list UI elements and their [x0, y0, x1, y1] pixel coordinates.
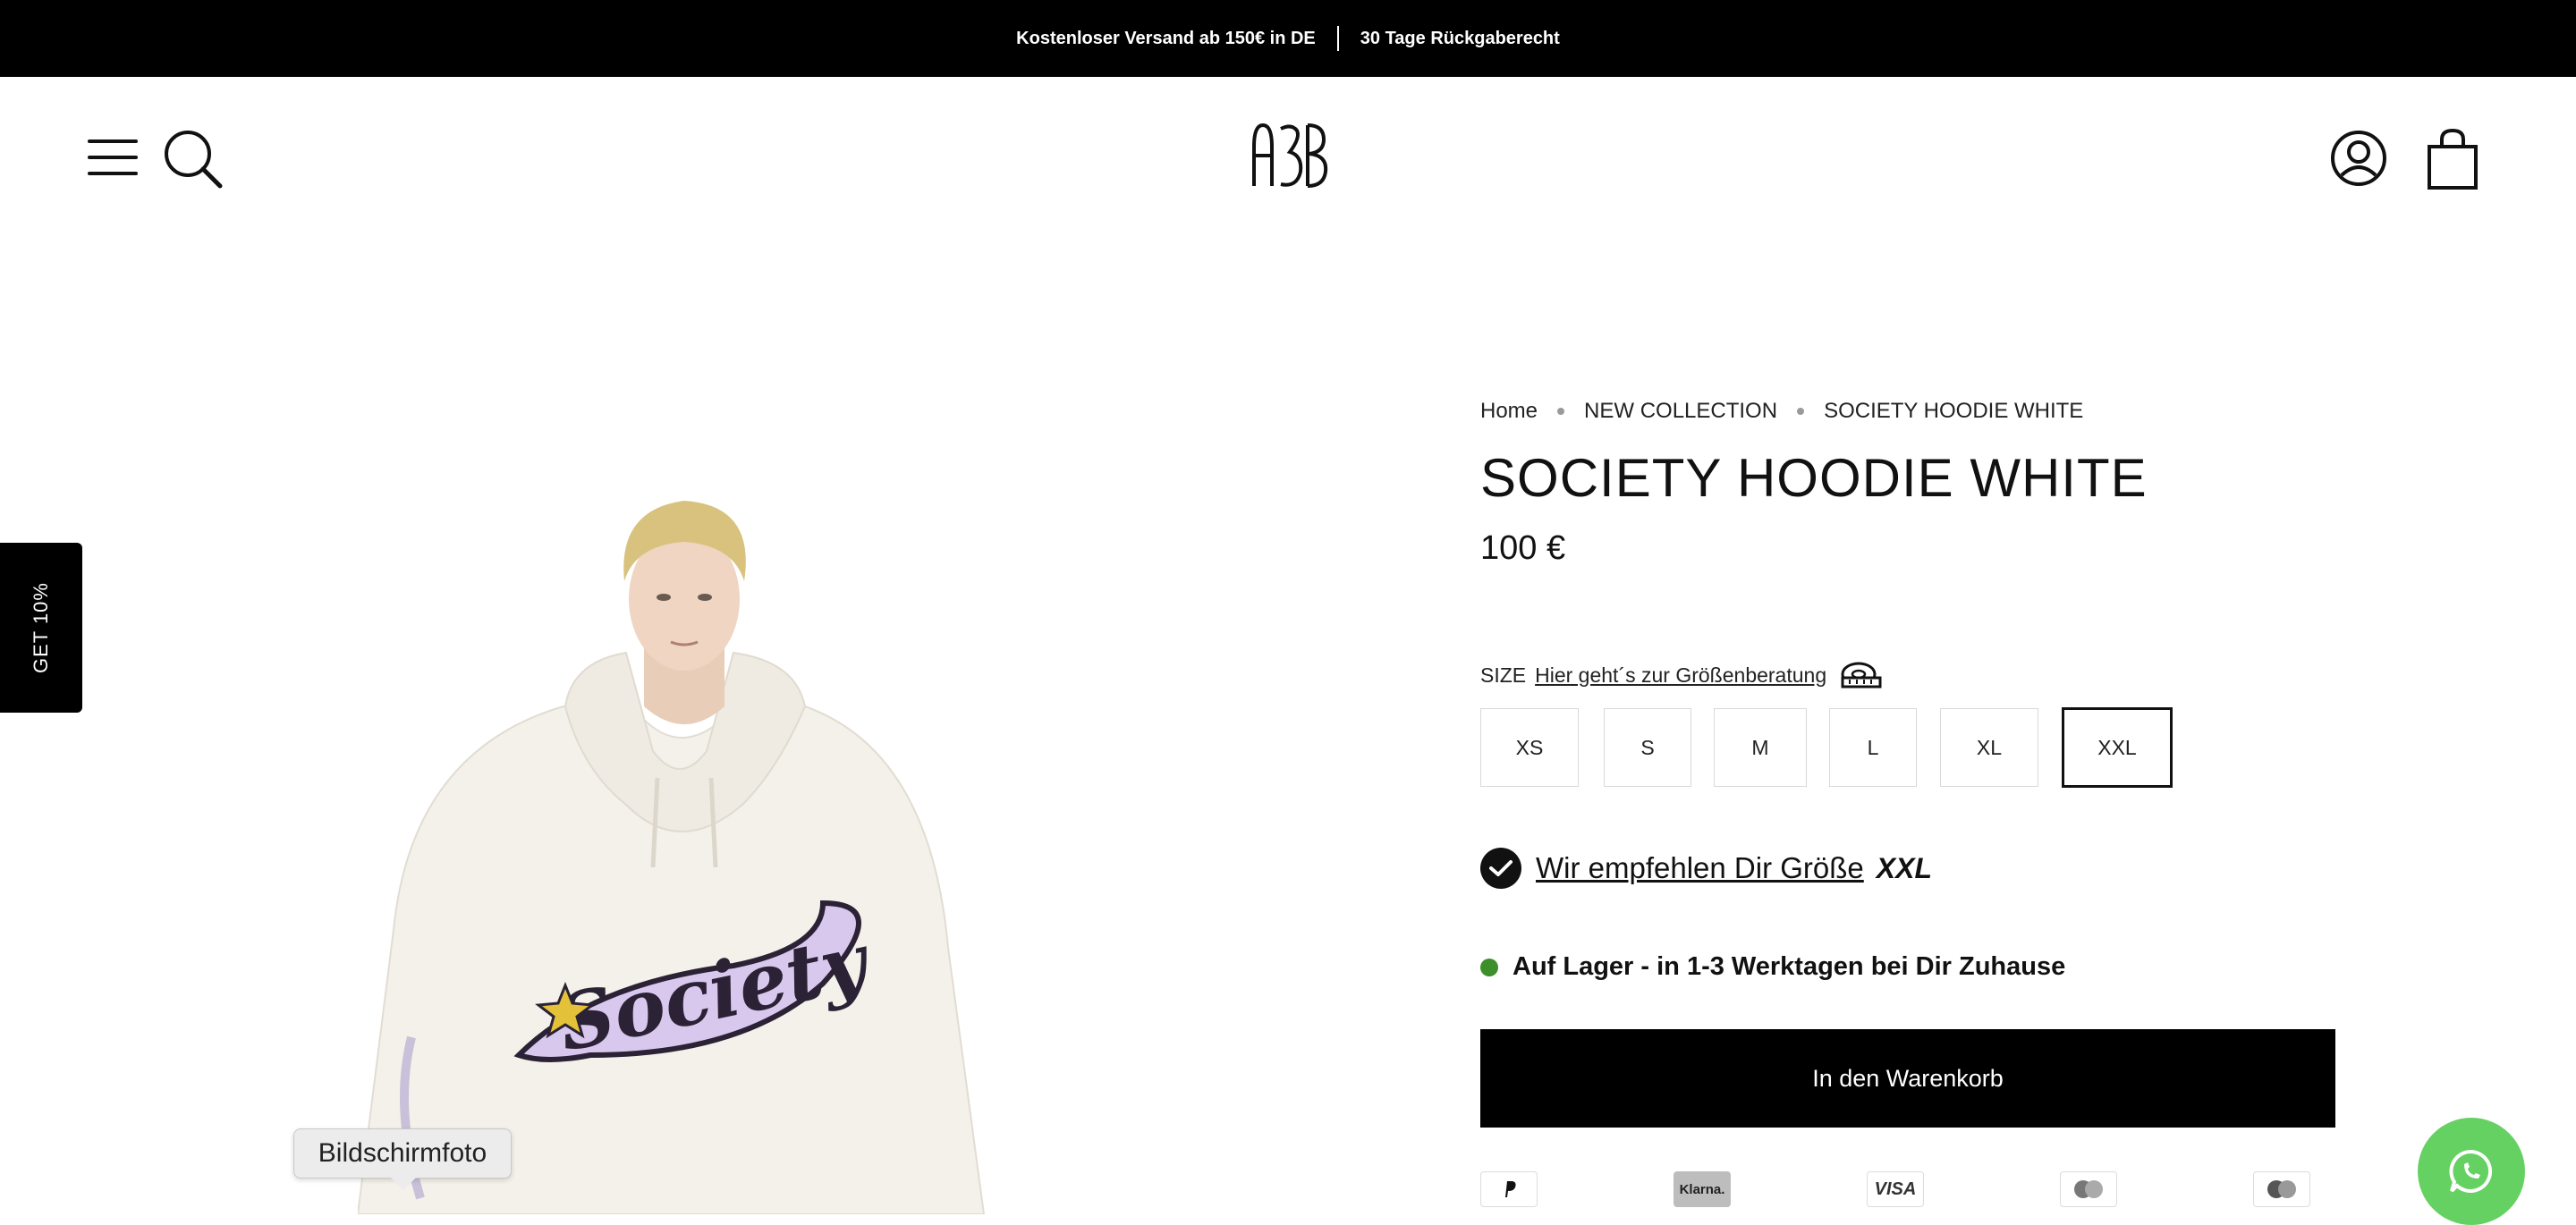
- in-stock-indicator: [1480, 958, 1498, 976]
- breadcrumb-home[interactable]: Home: [1480, 399, 1538, 424]
- breadcrumb-collection[interactable]: NEW COLLECTION: [1584, 399, 1777, 424]
- size-options: XS S M L XL XXL: [1480, 707, 2375, 790]
- size-option-s[interactable]: S: [1604, 708, 1691, 787]
- brand-logo[interactable]: [1245, 120, 1331, 191]
- screenshot-tooltip: Bildschirmfoto: [293, 1128, 512, 1190]
- product-image[interactable]: Society: [358, 483, 1038, 1214]
- maestro-icon: [2060, 1171, 2117, 1207]
- payment-methods: Klarna. VISA: [1480, 1171, 2335, 1214]
- whatsapp-icon: [2449, 1149, 2493, 1193]
- size-option-xs[interactable]: XS: [1480, 708, 1579, 787]
- site-header: [0, 77, 2576, 238]
- breadcrumb-separator: [1557, 408, 1565, 415]
- stock-status: Auf Lager - in 1-3 Werktagen bei Dir Zuh…: [1480, 952, 2065, 982]
- discount-tab-label: GET 10%: [30, 582, 53, 673]
- returns-notice: 30 Tage Rückgaberecht: [1360, 28, 1560, 48]
- add-to-cart-button[interactable]: In den Warenkorb: [1480, 1029, 2335, 1128]
- shipping-notice: Kostenloser Versand ab 150€ in DE: [1016, 28, 1316, 48]
- cart-icon[interactable]: [2426, 127, 2479, 191]
- breadcrumb-separator: [1797, 408, 1805, 415]
- size-guide-link[interactable]: Hier geht´s zur Größenberatung: [1535, 663, 1826, 688]
- product-title: SOCIETY HOODIE WHITE: [1480, 448, 2148, 508]
- size-option-m[interactable]: M: [1714, 708, 1807, 787]
- size-label: SIZE: [1480, 663, 1527, 687]
- size-recommendation: Wir empfehlen Dir Größe XXL: [1480, 848, 1932, 889]
- search-icon[interactable]: [161, 127, 225, 191]
- visa-icon: VISA: [1867, 1171, 1924, 1207]
- klarna-icon: Klarna.: [1674, 1171, 1731, 1207]
- recommendation-link[interactable]: Wir empfehlen Dir Größe: [1536, 851, 1864, 885]
- recommended-size: XXL: [1876, 851, 1932, 884]
- whatsapp-chat-button[interactable]: [2418, 1118, 2525, 1225]
- mastercard-icon: [2253, 1171, 2310, 1207]
- breadcrumb-current: SOCIETY HOODIE WHITE: [1824, 399, 2084, 423]
- paypal-icon: [1480, 1171, 1538, 1207]
- size-option-l[interactable]: L: [1829, 708, 1917, 787]
- size-option-xxl[interactable]: XXL: [2062, 707, 2173, 788]
- menu-icon[interactable]: [88, 136, 143, 179]
- product-price: 100 €: [1480, 529, 1566, 567]
- size-option-xl[interactable]: XL: [1940, 708, 2038, 787]
- announcement-bar: Kostenloser Versand ab 150€ in DE 30 Tag…: [0, 0, 2576, 77]
- stock-text: Auf Lager - in 1-3 Werktagen bei Dir Zuh…: [1513, 952, 2066, 981]
- measuring-tape-icon[interactable]: [1839, 660, 1884, 690]
- discount-side-tab[interactable]: GET 10%: [0, 543, 82, 713]
- checkmark-icon: [1480, 848, 1521, 889]
- size-row: SIZE Hier geht´s zur Größenberatung: [1480, 660, 1884, 690]
- breadcrumb: Home NEW COLLECTION SOCIETY HOODIE WHITE: [1480, 393, 2375, 429]
- product-info: Home NEW COLLECTION SOCIETY HOODIE WHITE…: [1480, 393, 2375, 1207]
- account-icon[interactable]: [2329, 129, 2388, 188]
- announcement-divider: [1336, 26, 1339, 51]
